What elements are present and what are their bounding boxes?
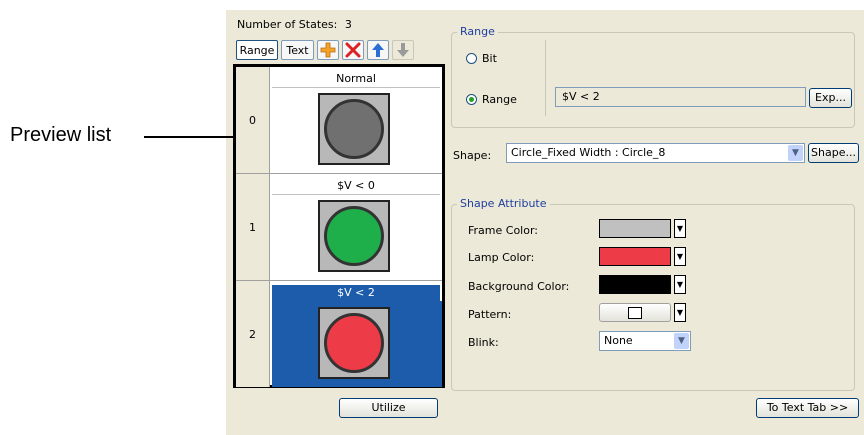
- utilize-button[interactable]: Utilize: [339, 398, 438, 418]
- range-toggle-button[interactable]: Range: [236, 40, 278, 60]
- row-index: 2: [236, 281, 270, 387]
- to-text-tab-button[interactable]: To Text Tab >>: [756, 398, 859, 418]
- shape-label: Shape:: [453, 149, 492, 162]
- bit-radio-label: Bit: [482, 52, 497, 65]
- text-toggle-label: Text: [286, 43, 309, 57]
- lamp-preview: [318, 93, 390, 165]
- preview-list[interactable]: 0 Normal 1 $V < 0 2 $V < 2: [233, 64, 445, 388]
- add-state-button[interactable]: [317, 40, 339, 60]
- callout-line: [144, 136, 236, 138]
- blink-label: Blink:: [468, 336, 499, 349]
- delete-icon: [345, 42, 361, 58]
- arrow-up-icon: [372, 43, 384, 57]
- shape-attribute-title: Shape Attribute: [457, 197, 550, 210]
- arrow-down-icon: [397, 43, 409, 57]
- blink-select[interactable]: None ▼: [599, 331, 691, 351]
- delete-state-button[interactable]: [342, 40, 364, 60]
- background-color-swatch[interactable]: [599, 275, 671, 294]
- range-expression-field[interactable]: $V < 2: [555, 87, 806, 107]
- shape-select-value: Circle_Fixed Width : Circle_8: [511, 146, 666, 159]
- number-of-states-label: Number of States:: [237, 18, 338, 31]
- lamp-circle: [324, 206, 384, 266]
- preview-row-1[interactable]: 1 $V < 0: [236, 174, 442, 280]
- bit-radio-circle[interactable]: [466, 53, 477, 64]
- lamp-circle: [324, 313, 384, 373]
- range-radio-circle[interactable]: [466, 94, 477, 105]
- range-radio-label: Range: [482, 93, 517, 106]
- chevron-down-icon[interactable]: ▼: [674, 333, 689, 349]
- row-index: 1: [236, 174, 270, 280]
- preview-row-0[interactable]: 0 Normal: [236, 67, 442, 173]
- preview-list-callout: Preview list: [10, 124, 112, 146]
- range-divider: [545, 40, 546, 116]
- background-color-label: Background Color:: [468, 280, 570, 293]
- range-group: [451, 32, 855, 128]
- move-down-button[interactable]: [392, 40, 414, 60]
- frame-color-swatch[interactable]: [599, 219, 671, 238]
- lamp-circle: [324, 99, 384, 159]
- move-up-button[interactable]: [367, 40, 389, 60]
- background-color-dropdown[interactable]: ▼: [674, 275, 686, 294]
- range-radio[interactable]: Range: [466, 93, 517, 106]
- chevron-down-icon: ▼: [676, 224, 684, 233]
- blink-select-value: None: [604, 334, 633, 347]
- row-label: $V < 0: [272, 178, 440, 195]
- range-group-title: Range: [457, 25, 498, 38]
- chevron-down-icon: ▼: [676, 308, 684, 317]
- chevron-down-icon: ▼: [676, 280, 684, 289]
- shape-select[interactable]: Circle_Fixed Width : Circle_8 ▼: [506, 143, 805, 163]
- frame-color-label: Frame Color:: [468, 224, 539, 237]
- pattern-empty-icon: [628, 306, 642, 319]
- row-index: 0: [236, 67, 270, 173]
- lamp-color-swatch[interactable]: [599, 247, 671, 266]
- range-toggle-label: Range: [239, 43, 275, 57]
- chevron-down-icon: ▼: [676, 252, 684, 261]
- text-toggle-button[interactable]: Text: [281, 40, 314, 60]
- pattern-label: Pattern:: [468, 308, 512, 321]
- lamp-preview: [318, 307, 390, 379]
- shape-button[interactable]: Shape...: [808, 143, 859, 163]
- row-label: $V < 2: [272, 285, 440, 301]
- row-label: Normal: [272, 71, 440, 88]
- exp-button[interactable]: Exp...: [809, 88, 852, 108]
- lamp-color-label: Lamp Color:: [468, 251, 535, 264]
- bit-radio[interactable]: Bit: [466, 52, 497, 65]
- chevron-down-icon[interactable]: ▼: [788, 145, 803, 161]
- preview-row-2[interactable]: 2 $V < 2: [236, 281, 442, 387]
- number-of-states: Number of States: 3: [237, 18, 352, 31]
- lamp-preview: [318, 200, 390, 272]
- number-of-states-value: 3: [344, 18, 352, 31]
- pattern-dropdown[interactable]: ▼: [674, 303, 686, 322]
- lamp-color-dropdown[interactable]: ▼: [674, 247, 686, 266]
- frame-color-dropdown[interactable]: ▼: [674, 219, 686, 238]
- pattern-swatch[interactable]: [599, 303, 671, 322]
- add-icon: [320, 42, 336, 58]
